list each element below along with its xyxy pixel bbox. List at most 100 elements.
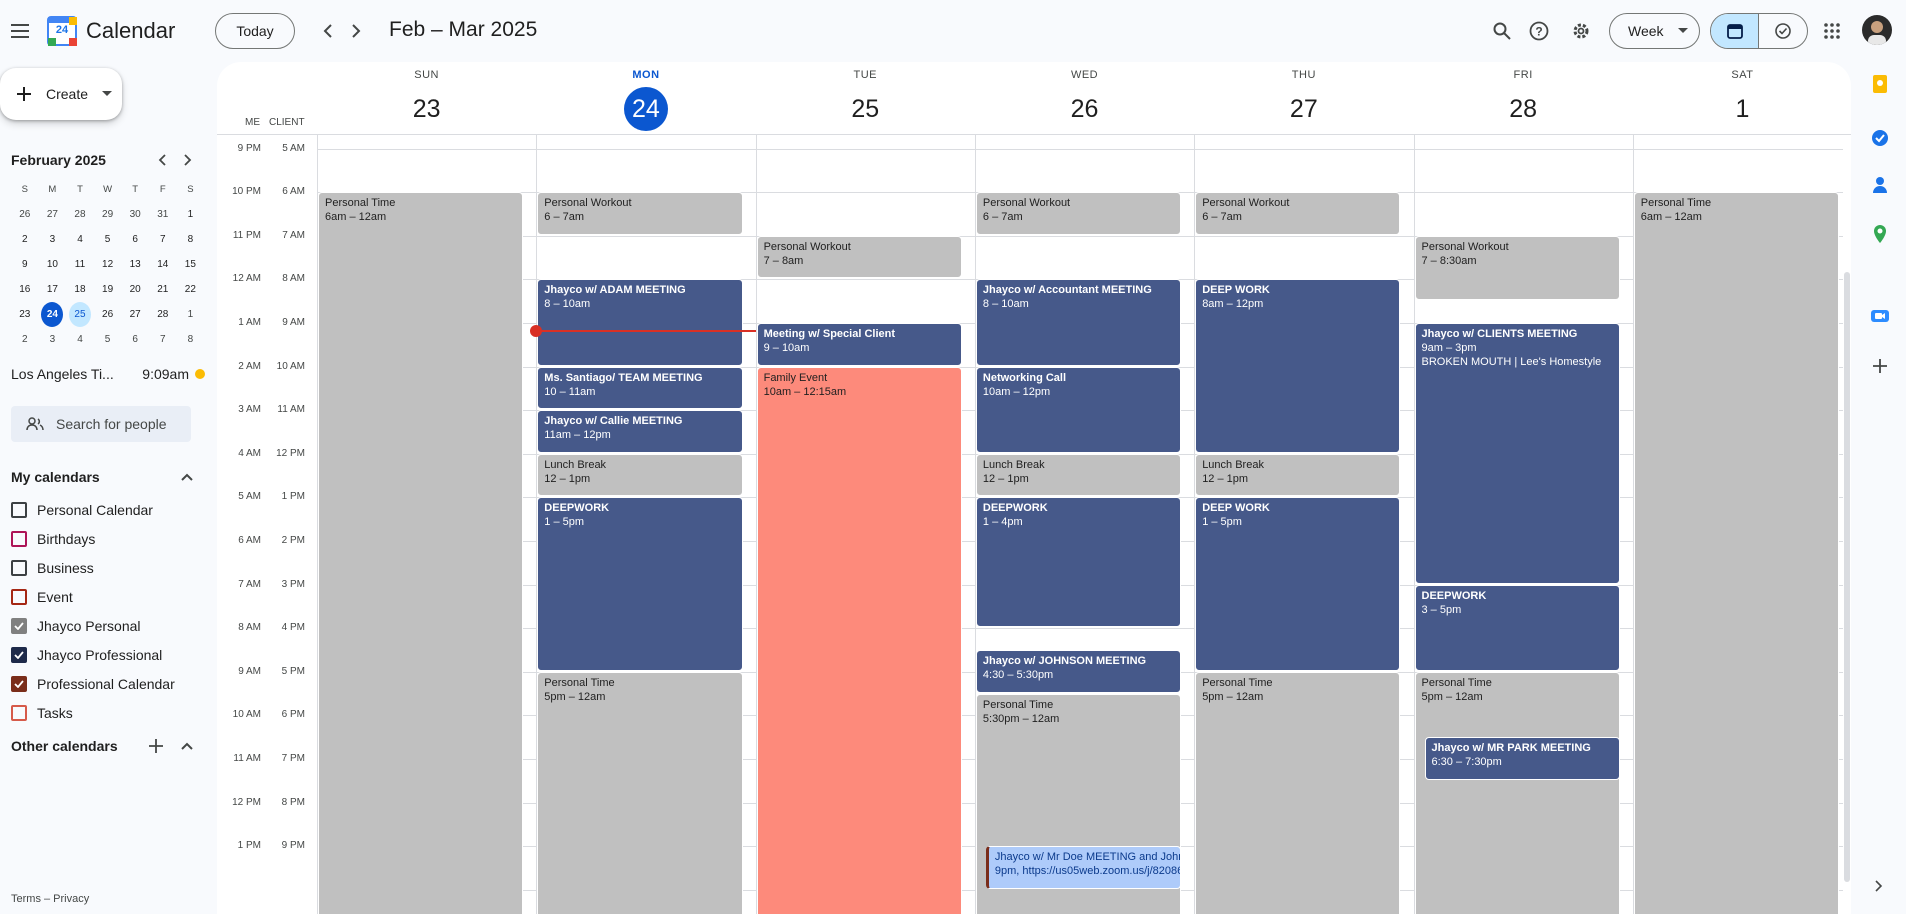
- calendar-event[interactable]: Personal Time 6am – 12am: [318, 192, 524, 914]
- mini-day[interactable]: 22: [179, 277, 201, 302]
- mini-day[interactable]: 16: [14, 277, 36, 302]
- mini-day[interactable]: 17: [41, 277, 63, 302]
- search-button[interactable]: [1482, 11, 1522, 51]
- calendar-event[interactable]: Personal Time 5pm – 12am: [1414, 671, 1620, 914]
- calendar-event[interactable]: DEEP WORK 1 – 5pm: [1195, 497, 1401, 671]
- add-addon-button[interactable]: [1860, 346, 1900, 386]
- calendar-event[interactable]: Personal Time 5pm – 12am: [537, 671, 743, 914]
- mini-day[interactable]: 21: [152, 277, 174, 302]
- calendar-checkbox[interactable]: [11, 588, 27, 605]
- mini-day[interactable]: 10: [41, 252, 63, 277]
- tasks-app-button[interactable]: [1870, 128, 1890, 148]
- calendar-item[interactable]: Tasks: [11, 698, 191, 727]
- calendar-event[interactable]: DEEPWORK 3 – 5pm: [1414, 584, 1620, 671]
- calendar-event[interactable]: Jhayco w/ CLIENTS MEETING 9am – 3pm BROKEN…: [1414, 323, 1620, 584]
- mini-day[interactable]: 8: [179, 227, 201, 252]
- zoom-app-button[interactable]: [1860, 296, 1900, 336]
- mini-day[interactable]: 12: [97, 252, 119, 277]
- mini-day[interactable]: 28: [152, 302, 174, 327]
- settings-button[interactable]: [1561, 11, 1601, 51]
- calendar-checkbox[interactable]: [11, 646, 27, 663]
- calendar-event[interactable]: Meeting w/ Special Client 9 – 10am: [756, 323, 962, 366]
- view-select[interactable]: Week: [1609, 13, 1700, 49]
- mini-day[interactable]: 18: [69, 277, 91, 302]
- mini-day[interactable]: 8: [179, 327, 201, 352]
- calendar-item[interactable]: Event: [11, 582, 191, 611]
- contacts-app-button[interactable]: [1870, 175, 1890, 195]
- terms-privacy-link[interactable]: Terms – Privacy: [11, 893, 89, 905]
- mini-day[interactable]: 7: [152, 227, 174, 252]
- mini-day[interactable]: 4: [69, 227, 91, 252]
- tasks-view-toggle[interactable]: [1759, 14, 1807, 48]
- calendar-event[interactable]: Personal Workout 7 – 8:30am: [1414, 235, 1620, 301]
- mini-day[interactable]: 2: [14, 227, 36, 252]
- keep-app-button[interactable]: [1870, 74, 1890, 94]
- calendar-event[interactable]: DEEPWORK 1 – 4pm: [975, 497, 1182, 628]
- mini-day[interactable]: 3: [41, 327, 63, 352]
- calendar-event[interactable]: Personal Workout 6 – 7am: [1195, 192, 1401, 235]
- day-number[interactable]: 23: [405, 87, 449, 131]
- expand-panel-button[interactable]: [1874, 880, 1886, 892]
- calendar-event[interactable]: DEEPWORK 1 – 5pm: [537, 497, 743, 671]
- mini-day[interactable]: 25: [68, 302, 91, 327]
- mini-day[interactable]: 29: [97, 202, 119, 227]
- calendar-event[interactable]: Personal Workout 6 – 7am: [975, 192, 1182, 235]
- calendar-checkbox[interactable]: [11, 675, 27, 692]
- calendar-event[interactable]: Jhayco w/ Mr Doe MEETING and Johnson9pm,…: [985, 846, 1182, 889]
- add-other-calendar-button[interactable]: [149, 739, 163, 753]
- mini-prev-button[interactable]: [149, 147, 175, 173]
- day-number[interactable]: 28: [1501, 87, 1545, 131]
- day-header[interactable]: SAT 1: [1613, 62, 1851, 131]
- calendar-logo-icon[interactable]: 24: [47, 16, 77, 46]
- mini-day[interactable]: 30: [124, 202, 146, 227]
- day-number[interactable]: 27: [1282, 87, 1326, 131]
- day-number[interactable]: 25: [843, 87, 887, 131]
- mini-day[interactable]: 13: [124, 252, 146, 277]
- grid-scrollbar[interactable]: [1844, 272, 1850, 882]
- mini-day[interactable]: 26: [97, 302, 119, 327]
- day-number[interactable]: 1: [1720, 87, 1764, 131]
- mini-day[interactable]: 24: [41, 302, 64, 327]
- day-number[interactable]: 26: [1063, 87, 1107, 131]
- calendar-event[interactable]: Jhayco w/ ADAM MEETING 8 – 10am: [537, 279, 743, 366]
- calendar-event[interactable]: Ms. Santiago/ TEAM MEETING 10 – 11am: [537, 366, 743, 410]
- calendar-event[interactable]: Personal Time 5pm – 12am: [1195, 671, 1401, 914]
- calendar-event[interactable]: Jhayco w/ JOHNSON MEETING 4:30 – 5:30pm: [975, 650, 1182, 693]
- mini-day[interactable]: 3: [41, 227, 63, 252]
- calendar-item[interactable]: Professional Calendar: [11, 669, 191, 698]
- mini-day[interactable]: 5: [97, 327, 119, 352]
- mini-day[interactable]: 4: [69, 327, 91, 352]
- today-button[interactable]: Today: [215, 13, 295, 49]
- mini-day[interactable]: 19: [97, 277, 119, 302]
- day-number[interactable]: 24: [623, 87, 668, 131]
- calendar-event[interactable]: Networking Call 10am – 12pm: [975, 366, 1182, 453]
- calendar-event[interactable]: Jhayco w/ MR PARK MEETING 6:30 – 7:30pm: [1424, 737, 1620, 780]
- mini-day[interactable]: 2: [14, 327, 36, 352]
- calendar-event[interactable]: DEEP WORK 8am – 12pm: [1195, 279, 1401, 453]
- main-menu-button[interactable]: [0, 11, 40, 51]
- calendar-item[interactable]: Business: [11, 553, 191, 582]
- mini-day[interactable]: 20: [124, 277, 146, 302]
- calendar-event[interactable]: Jhayco w/ Callie MEETING 11am – 12pm: [537, 410, 743, 453]
- mini-day[interactable]: 1: [179, 202, 201, 227]
- my-calendars-header[interactable]: My calendars: [11, 464, 193, 490]
- calendar-event[interactable]: Personal Workout 7 – 8am: [756, 235, 962, 279]
- calendar-event[interactable]: Personal Time 6am – 12am: [1633, 192, 1840, 914]
- mini-next-button[interactable]: [175, 147, 201, 173]
- mini-day[interactable]: 5: [97, 227, 119, 252]
- mini-day[interactable]: 1: [179, 302, 201, 327]
- calendar-checkbox[interactable]: [11, 704, 27, 721]
- calendar-checkbox[interactable]: [11, 617, 27, 634]
- calendar-item[interactable]: Birthdays: [11, 524, 191, 553]
- help-button[interactable]: ?: [1519, 11, 1559, 51]
- next-week-button[interactable]: [336, 11, 376, 51]
- calendar-event[interactable]: Lunch Break 12 – 1pm: [975, 453, 1182, 497]
- calendar-checkbox[interactable]: [11, 501, 27, 518]
- calendar-checkbox[interactable]: [11, 530, 27, 547]
- calendar-checkbox[interactable]: [11, 559, 27, 576]
- calendar-event[interactable]: Lunch Break 12 – 1pm: [537, 453, 743, 497]
- calendar-view-toggle[interactable]: [1711, 14, 1760, 48]
- mini-day[interactable]: 26: [14, 202, 36, 227]
- search-people-input[interactable]: Search for people: [11, 406, 191, 442]
- calendar-event[interactable]: Jhayco w/ Accountant MEETING 8 – 10am: [975, 279, 1182, 366]
